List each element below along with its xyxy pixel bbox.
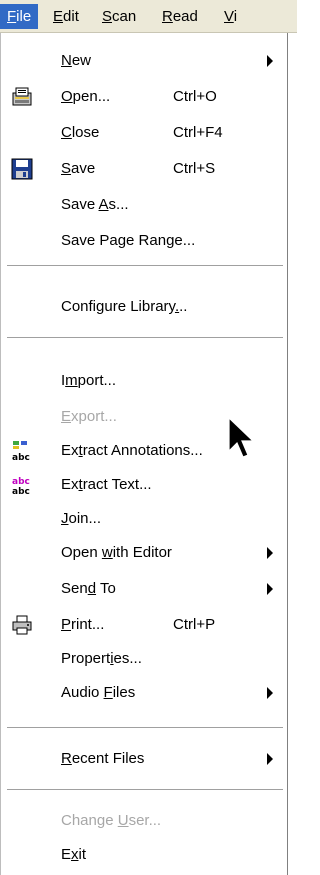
menu-item-open[interactable]: Open... Ctrl+O: [1, 81, 287, 113]
menu-item-shortcut: Ctrl+O: [173, 88, 217, 105]
open-icon: [11, 86, 33, 108]
menu-item-shortcut: Ctrl+F4: [173, 124, 223, 141]
menu-scan[interactable]: Scan: [95, 4, 143, 29]
menu-item-save-as[interactable]: Save As...: [1, 189, 287, 221]
menu-item-label: Save Page Range...: [61, 232, 196, 249]
menu-item-label: Join...: [61, 510, 102, 527]
menu-edit-label: Edit: [53, 8, 79, 25]
menu-item-change-user: Change User...: [1, 805, 287, 837]
submenu-arrow-icon: [267, 753, 273, 765]
menu-item-label: Extract Text...: [61, 476, 152, 493]
menu-item-label: Properties...: [61, 650, 142, 667]
menu-item-label: Import...: [61, 372, 117, 389]
menu-item-label: Send To: [61, 580, 116, 597]
menu-scan-label: Scan: [102, 8, 137, 25]
menu-view[interactable]: Vi: [217, 4, 244, 29]
submenu-arrow-icon: [267, 55, 273, 67]
svg-text:abc: abc: [12, 487, 30, 496]
menu-item-label: Exit: [61, 846, 87, 863]
menu-item-join[interactable]: Join...: [1, 503, 287, 535]
menu-item-shortcut: Ctrl+S: [173, 160, 216, 177]
menu-separator: [7, 789, 283, 791]
menu-bar: File Edit Scan Read Vi: [0, 0, 297, 33]
menu-item-save-page-range[interactable]: Save Page Range...: [1, 225, 287, 257]
menu-file[interactable]: File: [0, 4, 39, 29]
menu-item-extract-text[interactable]: abc abc Extract Text...: [1, 469, 287, 501]
print-icon: [11, 614, 33, 636]
menu-separator: [7, 265, 283, 267]
menu-item-shortcut: Ctrl+P: [173, 616, 216, 633]
menu-item-label: Save As...: [61, 196, 129, 213]
menu-separator: [7, 727, 283, 729]
menu-item-label: Configure Library...: [61, 298, 188, 315]
menu-item-label: Save: [61, 160, 96, 177]
mouse-pointer-icon: [228, 416, 258, 463]
menu-item-label: Recent Files: [61, 750, 145, 767]
submenu-arrow-icon: [267, 583, 273, 595]
menu-separator: [7, 337, 283, 339]
extract-text-icon: abc abc: [11, 474, 33, 497]
menu-item-label: Print...: [61, 616, 105, 633]
menu-item-send-to[interactable]: Send To: [1, 573, 287, 605]
submenu-arrow-icon: [267, 687, 273, 699]
menu-item-configure-library[interactable]: Configure Library...: [1, 291, 287, 323]
menu-item-label: Close: [61, 124, 100, 141]
menu-item-label: New: [61, 52, 92, 69]
menu-item-audio-files[interactable]: Audio Files: [1, 677, 287, 709]
menu-edit[interactable]: Edit: [46, 4, 86, 29]
menu-file-label: File: [7, 8, 32, 25]
menu-view-label: Vi: [224, 8, 238, 25]
svg-text:abc: abc: [12, 453, 30, 462]
menu-item-label: Open with Editor: [61, 544, 172, 561]
menu-item-label: Change User...: [61, 812, 162, 829]
save-icon: [11, 158, 33, 180]
menu-item-properties[interactable]: Properties...: [1, 643, 287, 675]
menu-item-label: Audio Files: [61, 684, 136, 701]
menu-item-exit[interactable]: Exit: [1, 839, 287, 871]
menu-item-label: Extract Annotations...: [61, 442, 203, 459]
menu-item-recent-files[interactable]: Recent Files: [1, 743, 287, 775]
svg-text:abc: abc: [12, 477, 30, 487]
menu-item-label: Open...: [61, 88, 111, 105]
menu-read-label: Read: [162, 8, 198, 25]
menu-item-save[interactable]: Save Ctrl+S: [1, 153, 287, 185]
menu-item-import[interactable]: Import...: [1, 365, 287, 397]
menu-item-new[interactable]: New: [1, 45, 287, 77]
menu-item-print[interactable]: Print... Ctrl+P: [1, 609, 287, 641]
menu-item-label: Export...: [61, 408, 117, 425]
extract-annotations-icon: abc: [11, 440, 33, 463]
menu-item-open-with-editor[interactable]: Open with Editor: [1, 537, 287, 569]
menu-item-close[interactable]: Close Ctrl+F4: [1, 117, 287, 149]
menu-read[interactable]: Read: [155, 4, 205, 29]
submenu-arrow-icon: [267, 547, 273, 559]
